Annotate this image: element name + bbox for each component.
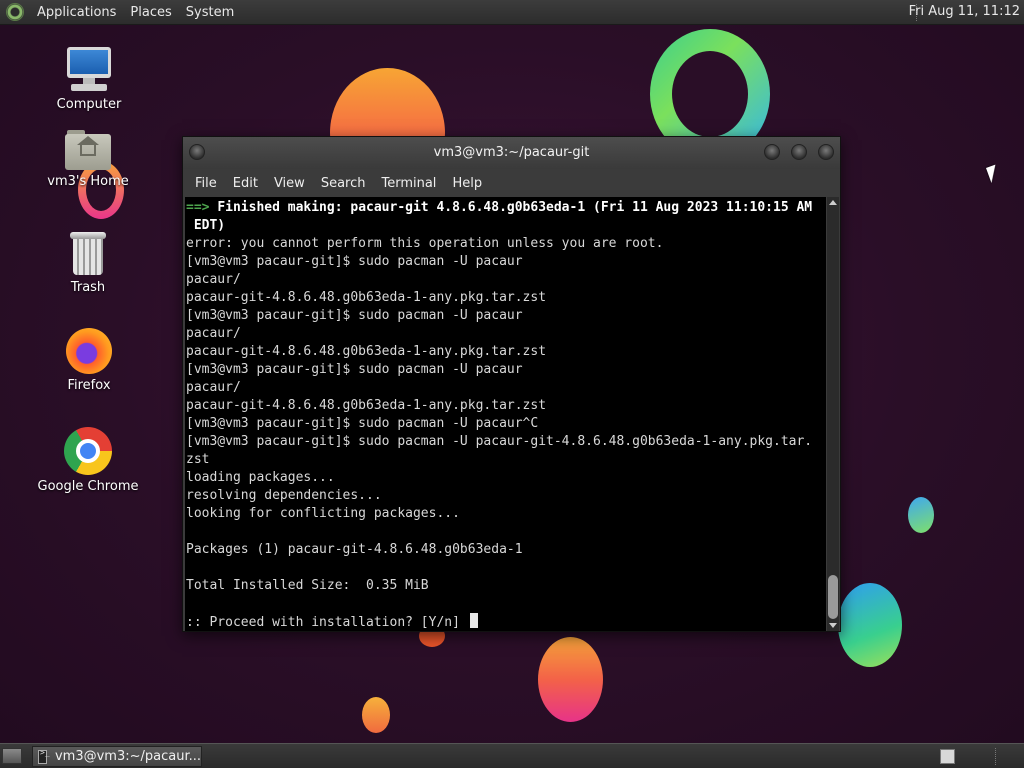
system-menu[interactable]: System [179,5,241,20]
terminal-line-text: Packages (1) pacaur-git-4.8.6.48.g0b63ed… [186,542,523,557]
applications-menu[interactable]: Applications [30,5,123,20]
terminal-line-text: pacaur/ [186,380,241,395]
menu-search[interactable]: Search [313,176,374,191]
terminal-line: zst [186,451,826,469]
wallpaper-small-blue-blob [908,497,934,533]
terminal-line-text: [vm3@vm3 pacaur-git]$ sudo pacman -U pac… [186,416,539,431]
terminal-line: [vm3@vm3 pacaur-git]$ sudo pacman -U pac… [186,253,826,271]
trash-icon [70,232,106,276]
terminal-line-text: [vm3@vm3 pacaur-git]$ sudo pacman -U pac… [186,434,813,449]
terminal-line-text: pacaur/ [186,326,241,341]
terminal-line: resolving dependencies... [186,487,826,505]
desktop-icon-label: vm3's Home [47,174,129,189]
terminal-line: Total Installed Size: 0.35 MiB [186,577,826,595]
chrome-icon [64,427,112,475]
desktop-icon-label: Firefox [67,378,111,393]
terminal-line: ==> Finished making: pacaur-git 4.8.6.48… [186,199,826,217]
terminal-line: [vm3@vm3 pacaur-git]$ sudo pacman -U pac… [186,361,826,379]
menu-edit[interactable]: Edit [225,176,266,191]
terminal-line-text: looking for conflicting packages... [186,506,460,521]
terminal-line-text: [vm3@vm3 pacaur-git]$ sudo pacman -U pac… [186,308,523,323]
maximize-button[interactable] [791,144,807,160]
menu-help[interactable]: Help [444,176,490,191]
terminal-line-prefix: ==> [186,200,218,215]
minimize-button[interactable] [764,144,780,160]
terminal-line-text: loading packages... [186,470,335,485]
desktop-icon-computer[interactable]: Computer [34,47,144,112]
terminal-icon [38,748,50,764]
terminal-line: :: Proceed with installation? [Y/n] [186,613,826,631]
desktop-icon-label: Google Chrome [37,479,139,494]
terminal-menubar: File Edit View Search Terminal Help [183,169,840,197]
terminal-line: loading packages... [186,469,826,487]
terminal-line: [vm3@vm3 pacaur-git]$ sudo pacman -U pac… [186,415,826,433]
show-desktop-button[interactable] [2,748,22,764]
window-title: vm3@vm3:~/pacaur-git [433,145,590,160]
taskbar-terminal-button[interactable]: vm3@vm3:~/pacaur... [32,746,202,767]
panel-separator [995,748,996,765]
terminal-line: pacaur-git-4.8.6.48.g0b63eda-1-any.pkg.t… [186,289,826,307]
terminal-line: looking for conflicting packages... [186,505,826,523]
terminal-line: [vm3@vm3 pacaur-git]$ sudo pacman -U pac… [186,307,826,325]
computer-icon [65,47,113,93]
top-panel: Applications Places System Fri Aug 11, 1… [0,0,1024,25]
menu-view[interactable]: View [266,176,313,191]
terminal-line-text: Total Installed Size: 0.35 MiB [186,578,429,593]
bottom-panel: vm3@vm3:~/pacaur... [0,743,1024,768]
terminal-line-text: [vm3@vm3 pacaur-git]$ sudo pacman -U pac… [186,254,523,269]
terminal-line: EDT) [186,217,826,235]
terminal-line-text: Finished making: pacaur-git 4.8.6.48.g0b… [217,200,813,215]
desktop-icon-label: Trash [70,280,106,295]
scroll-up-arrow-icon[interactable] [829,200,837,205]
terminal-line-text: pacaur-git-4.8.6.48.g0b63eda-1-any.pkg.t… [186,398,547,413]
terminal-line-text: [vm3@vm3 pacaur-git]$ sudo pacman -U pac… [186,362,523,377]
firefox-icon [66,328,112,374]
wallpaper-small-orange-blob [362,697,390,733]
terminal-line-text: pacaur/ [186,272,241,287]
terminal-line-text: zst [186,452,210,467]
terminal-line-text: pacaur-git-4.8.6.48.g0b63eda-1-any.pkg.t… [186,344,547,359]
wallpaper-pink-blob [538,637,603,722]
terminal-scrollbar[interactable] [827,197,839,631]
scrollbar-thumb[interactable] [828,575,838,619]
terminal-line-text: resolving dependencies... [186,488,382,503]
terminal-line: pacaur/ [186,325,826,343]
terminal-line-text: pacaur-git-4.8.6.48.g0b63eda-1-any.pkg.t… [186,290,547,305]
desktop-icon-firefox[interactable]: Firefox [34,328,144,393]
terminal-line-text: error: you cannot perform this operation… [186,236,664,251]
terminal-line: pacaur-git-4.8.6.48.g0b63eda-1-any.pkg.t… [186,397,826,415]
terminal-window[interactable]: vm3@vm3:~/pacaur-git File Edit View Sear… [182,136,841,632]
clock[interactable]: Fri Aug 11, 11:12 [909,4,1020,19]
taskbar-label: vm3@vm3:~/pacaur... [54,749,201,764]
scroll-down-arrow-icon[interactable] [829,623,837,628]
terminal-line-text: :: Proceed with installation? [Y/n] [186,615,468,630]
menu-terminal[interactable]: Terminal [373,176,444,191]
terminal-line: pacaur/ [186,379,826,397]
terminal-line: error: you cannot perform this operation… [186,235,826,253]
places-menu[interactable]: Places [123,5,178,20]
terminal-line: [vm3@vm3 pacaur-git]$ sudo pacman -U pac… [186,433,826,451]
terminal-line: Packages (1) pacaur-git-4.8.6.48.g0b63ed… [186,541,826,559]
workspace-switcher[interactable] [940,749,955,764]
desktop-icon-trash[interactable]: Trash [33,232,143,295]
terminal-line: pacaur/ [186,271,826,289]
home-folder-icon [65,130,111,170]
window-titlebar[interactable]: vm3@vm3:~/pacaur-git [183,137,840,169]
menu-file[interactable]: File [187,176,225,191]
desktop-icon-home[interactable]: vm3's Home [33,130,143,189]
terminal-output[interactable]: ==> Finished making: pacaur-git 4.8.6.48… [185,197,826,631]
desktop-icon-label: Computer [56,97,122,112]
distro-logo-icon[interactable] [6,3,24,21]
terminal-cursor [469,613,478,628]
close-button[interactable] [818,144,834,160]
desktop-icon-chrome[interactable]: Google Chrome [33,427,143,494]
wallpaper-blue-blob [838,583,902,667]
terminal-line-text: EDT) [186,218,226,233]
terminal-line: pacaur-git-4.8.6.48.g0b63eda-1-any.pkg.t… [186,343,826,361]
